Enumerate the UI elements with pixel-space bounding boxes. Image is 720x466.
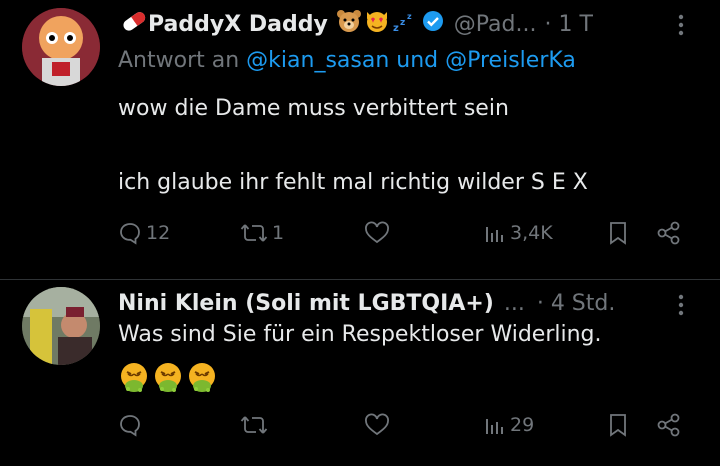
heart-icon — [365, 413, 389, 436]
repost-button[interactable]: 1 — [240, 218, 284, 248]
bookmark-icon — [610, 414, 626, 437]
views-icon — [486, 419, 503, 434]
tweet-text-line: Was sind Sie für ein Respektloser Widerl… — [118, 322, 602, 347]
emoji-row — [118, 362, 218, 394]
views-button[interactable]: 29 — [484, 410, 534, 440]
tweet-header: PaddyX Daddy zzz @Pad... · 1 T — [118, 8, 593, 40]
bookmark-icon — [610, 222, 626, 245]
tweet-text-line: wow die Dame muss verbittert sein — [118, 96, 509, 121]
reply-count: 12 — [146, 222, 171, 244]
like-button[interactable] — [364, 410, 394, 440]
share-button[interactable] — [656, 218, 682, 248]
views-icon — [486, 227, 503, 242]
bookmark-button[interactable] — [608, 218, 628, 248]
tweet-time[interactable]: · 1 T — [545, 12, 593, 37]
more-options-icon[interactable] — [678, 294, 684, 320]
tweet-1[interactable]: PaddyX Daddy zzz @Pad... · 1 T Antwort a… — [0, 0, 720, 280]
repost-icon — [240, 224, 268, 242]
heart-icon — [365, 221, 389, 244]
action-bar: 29 — [118, 410, 690, 440]
author-name[interactable]: Nini Klein (Soli mit LGBTQIA+) — [118, 291, 494, 316]
reply-icon — [120, 415, 140, 437]
author-handle[interactable]: ... — [504, 291, 525, 316]
reply-button[interactable] — [118, 410, 146, 440]
svg-text:z: z — [393, 23, 399, 33]
author-name[interactable]: PaddyX Daddy — [148, 12, 328, 37]
repost-button[interactable] — [240, 410, 272, 440]
vomiting-face-icon — [189, 363, 215, 392]
views-count: 3,4K — [510, 222, 553, 244]
avatar[interactable] — [22, 8, 100, 86]
verified-badge-icon — [422, 10, 444, 38]
bear-face-icon — [336, 9, 362, 39]
action-bar: 12 1 3,4K — [118, 218, 690, 248]
more-options-icon[interactable] — [678, 14, 684, 40]
reply-icon — [120, 223, 140, 245]
reply-to: Antwort an @kian_sasan und @PreislerKa — [118, 48, 576, 73]
share-icon — [657, 413, 680, 437]
repost-count: 1 — [272, 222, 285, 244]
reply-mentions[interactable]: @kian_sasan und @PreislerKa — [246, 48, 576, 73]
tweet-header: Nini Klein (Soli mit LGBTQIA+) ... · 4 S… — [118, 286, 615, 320]
tweet-time[interactable]: · 4 Std. — [537, 291, 616, 316]
vomiting-face-icon — [121, 363, 147, 392]
author-handle[interactable]: @Pad... — [454, 12, 537, 37]
svg-text:z: z — [400, 18, 405, 28]
pill-icon — [120, 10, 148, 38]
bookmark-button[interactable] — [608, 410, 628, 440]
tweet-2[interactable]: Nini Klein (Soli mit LGBTQIA+) ... · 4 S… — [0, 280, 720, 466]
reply-button[interactable]: 12 — [118, 218, 170, 248]
svg-text:z: z — [407, 12, 412, 21]
repost-icon — [240, 416, 268, 434]
like-button[interactable] — [364, 218, 394, 248]
zzz-icon: zzz — [392, 9, 416, 39]
tweet-text-line: ich glaube ihr fehlt mal richtig wilder … — [118, 170, 588, 195]
views-count: 29 — [510, 414, 535, 436]
views-button[interactable]: 3,4K — [484, 218, 553, 248]
share-icon — [657, 221, 680, 245]
reply-prefix: Antwort an — [118, 48, 240, 73]
vomiting-face-icon — [155, 363, 181, 392]
share-button[interactable] — [656, 410, 682, 440]
avatar[interactable] — [22, 287, 100, 365]
heart-eyes-cat-icon — [364, 9, 390, 39]
